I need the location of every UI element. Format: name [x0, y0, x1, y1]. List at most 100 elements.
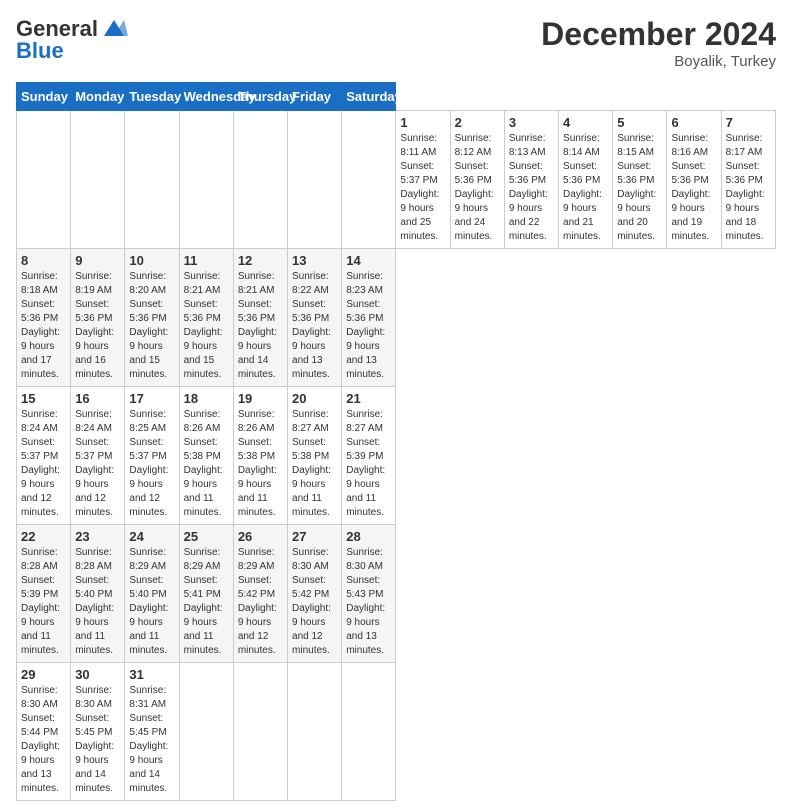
calendar-cell: 10 Sunrise: 8:20 AMSunset: 5:36 PMDayligh… — [125, 249, 179, 387]
day-info: Sunrise: 8:30 AMSunset: 5:42 PMDaylight:… — [292, 547, 331, 656]
day-info: Sunrise: 8:12 AMSunset: 5:36 PMDaylight:… — [455, 133, 494, 242]
day-info: Sunrise: 8:30 AMSunset: 5:43 PMDaylight:… — [346, 547, 385, 656]
day-number: 21 — [346, 391, 391, 406]
day-info: Sunrise: 8:28 AMSunset: 5:39 PMDaylight:… — [21, 547, 60, 656]
logo: General Blue — [16, 16, 130, 64]
calendar-cell — [179, 111, 233, 249]
day-number: 31 — [129, 667, 174, 682]
day-info: Sunrise: 8:31 AMSunset: 5:45 PMDaylight:… — [129, 685, 168, 794]
calendar-cell: 11 Sunrise: 8:21 AMSunset: 5:36 PMDayligh… — [179, 249, 233, 387]
day-info: Sunrise: 8:21 AMSunset: 5:36 PMDaylight:… — [238, 271, 277, 380]
day-info: Sunrise: 8:14 AMSunset: 5:36 PMDaylight:… — [563, 133, 602, 242]
calendar-cell: 21 Sunrise: 8:27 AMSunset: 5:39 PMDayligh… — [342, 387, 396, 525]
calendar-cell: 20 Sunrise: 8:27 AMSunset: 5:38 PMDayligh… — [288, 387, 342, 525]
day-header-monday: Monday — [71, 83, 125, 111]
day-info: Sunrise: 8:27 AMSunset: 5:38 PMDaylight:… — [292, 409, 331, 518]
day-number: 22 — [21, 529, 66, 544]
day-info: Sunrise: 8:30 AMSunset: 5:45 PMDaylight:… — [75, 685, 114, 794]
day-number: 15 — [21, 391, 66, 406]
week-row-2: 8 Sunrise: 8:18 AMSunset: 5:36 PMDaylight… — [17, 249, 776, 387]
week-row-4: 22 Sunrise: 8:28 AMSunset: 5:39 PMDayligh… — [17, 525, 776, 663]
calendar-cell: 14 Sunrise: 8:23 AMSunset: 5:36 PMDayligh… — [342, 249, 396, 387]
calendar-table: SundayMondayTuesdayWednesdayThursdayFrid… — [16, 82, 776, 801]
page-container: General Blue December 2024 Boyalik, Turk… — [0, 0, 792, 809]
day-number: 9 — [75, 253, 120, 268]
day-number: 30 — [75, 667, 120, 682]
day-number: 23 — [75, 529, 120, 544]
calendar-cell: 29Sunrise: 8:30 AMSunset: 5:44 PMDayligh… — [17, 663, 71, 801]
calendar-cell: 22 Sunrise: 8:28 AMSunset: 5:39 PMDayligh… — [17, 525, 71, 663]
day-number: 6 — [671, 115, 716, 130]
calendar-cell: 1 Sunrise: 8:11 AMSunset: 5:37 PMDaylight… — [396, 111, 450, 249]
week-row-5: 29Sunrise: 8:30 AMSunset: 5:44 PMDayligh… — [17, 663, 776, 801]
header: General Blue December 2024 Boyalik, Turk… — [16, 16, 776, 70]
day-number: 20 — [292, 391, 337, 406]
calendar-cell — [288, 111, 342, 249]
calendar-cell — [233, 111, 287, 249]
day-info: Sunrise: 8:21 AMSunset: 5:36 PMDaylight:… — [184, 271, 223, 380]
calendar-cell: 13 Sunrise: 8:22 AMSunset: 5:36 PMDayligh… — [288, 249, 342, 387]
calendar-cell: 24Sunrise: 8:29 AMSunset: 5:40 PMDayligh… — [125, 525, 179, 663]
day-info: Sunrise: 8:20 AMSunset: 5:36 PMDaylight:… — [129, 271, 168, 380]
day-number: 12 — [238, 253, 283, 268]
calendar-cell: 30 Sunrise: 8:30 AMSunset: 5:45 PMDayligh… — [71, 663, 125, 801]
month-title: December 2024 — [541, 16, 776, 53]
day-number: 2 — [455, 115, 500, 130]
day-number: 16 — [75, 391, 120, 406]
day-number: 13 — [292, 253, 337, 268]
calendar-cell: 23Sunrise: 8:28 AMSunset: 5:40 PMDayligh… — [71, 525, 125, 663]
day-info: Sunrise: 8:13 AMSunset: 5:36 PMDaylight:… — [509, 133, 548, 242]
logo-blue: Blue — [16, 38, 64, 64]
calendar-cell: 2 Sunrise: 8:12 AMSunset: 5:36 PMDaylight… — [450, 111, 504, 249]
day-number: 29 — [21, 667, 66, 682]
calendar-cell: 7 Sunrise: 8:17 AMSunset: 5:36 PMDaylight… — [721, 111, 775, 249]
calendar-cell: 28 Sunrise: 8:30 AMSunset: 5:43 PMDayligh… — [342, 525, 396, 663]
day-number: 28 — [346, 529, 391, 544]
calendar-cell — [288, 663, 342, 801]
calendar-cell: 6Sunrise: 8:16 AMSunset: 5:36 PMDaylight… — [667, 111, 721, 249]
calendar-cell — [233, 663, 287, 801]
calendar-cell: 31 Sunrise: 8:31 AMSunset: 5:45 PMDayligh… — [125, 663, 179, 801]
day-info: Sunrise: 8:23 AMSunset: 5:36 PMDaylight:… — [346, 271, 385, 380]
day-number: 18 — [184, 391, 229, 406]
day-number: 8 — [21, 253, 66, 268]
day-header-friday: Friday — [288, 83, 342, 111]
day-header-wednesday: Wednesday — [179, 83, 233, 111]
day-number: 5 — [617, 115, 662, 130]
day-number: 19 — [238, 391, 283, 406]
day-number: 17 — [129, 391, 174, 406]
day-info: Sunrise: 8:18 AMSunset: 5:36 PMDaylight:… — [21, 271, 60, 380]
day-number: 1 — [400, 115, 445, 130]
day-number: 14 — [346, 253, 391, 268]
day-info: Sunrise: 8:19 AMSunset: 5:36 PMDaylight:… — [75, 271, 114, 380]
day-number: 7 — [726, 115, 771, 130]
day-info: Sunrise: 8:27 AMSunset: 5:39 PMDaylight:… — [346, 409, 385, 518]
day-info: Sunrise: 8:11 AMSunset: 5:37 PMDaylight:… — [400, 133, 439, 242]
day-header-sunday: Sunday — [17, 83, 71, 111]
week-row-1: 1 Sunrise: 8:11 AMSunset: 5:37 PMDaylight… — [17, 111, 776, 249]
day-number: 25 — [184, 529, 229, 544]
logo-icon — [100, 18, 128, 40]
day-number: 10 — [129, 253, 174, 268]
calendar-cell — [342, 663, 396, 801]
header-row: SundayMondayTuesdayWednesdayThursdayFrid… — [17, 83, 776, 111]
day-info: Sunrise: 8:26 AMSunset: 5:38 PMDaylight:… — [238, 409, 277, 518]
title-block: December 2024 Boyalik, Turkey — [541, 16, 776, 70]
day-info: Sunrise: 8:22 AMSunset: 5:36 PMDaylight:… — [292, 271, 331, 380]
calendar-cell: 16 Sunrise: 8:24 AMSunset: 5:37 PMDayligh… — [71, 387, 125, 525]
calendar-cell — [342, 111, 396, 249]
day-number: 27 — [292, 529, 337, 544]
calendar-cell: 12 Sunrise: 8:21 AMSunset: 5:36 PMDayligh… — [233, 249, 287, 387]
calendar-cell: 19 Sunrise: 8:26 AMSunset: 5:38 PMDayligh… — [233, 387, 287, 525]
day-info: Sunrise: 8:25 AMSunset: 5:37 PMDaylight:… — [129, 409, 168, 518]
day-header-thursday: Thursday — [233, 83, 287, 111]
day-info: Sunrise: 8:17 AMSunset: 5:36 PMDaylight:… — [726, 133, 765, 242]
calendar-cell: 17 Sunrise: 8:25 AMSunset: 5:37 PMDayligh… — [125, 387, 179, 525]
day-number: 26 — [238, 529, 283, 544]
day-info: Sunrise: 8:24 AMSunset: 5:37 PMDaylight:… — [75, 409, 114, 518]
calendar-cell: 15 Sunrise: 8:24 AMSunset: 5:37 PMDayligh… — [17, 387, 71, 525]
day-header-saturday: Saturday — [342, 83, 396, 111]
day-number: 11 — [184, 253, 229, 268]
day-header-tuesday: Tuesday — [125, 83, 179, 111]
day-info: Sunrise: 8:24 AMSunset: 5:37 PMDaylight:… — [21, 409, 60, 518]
